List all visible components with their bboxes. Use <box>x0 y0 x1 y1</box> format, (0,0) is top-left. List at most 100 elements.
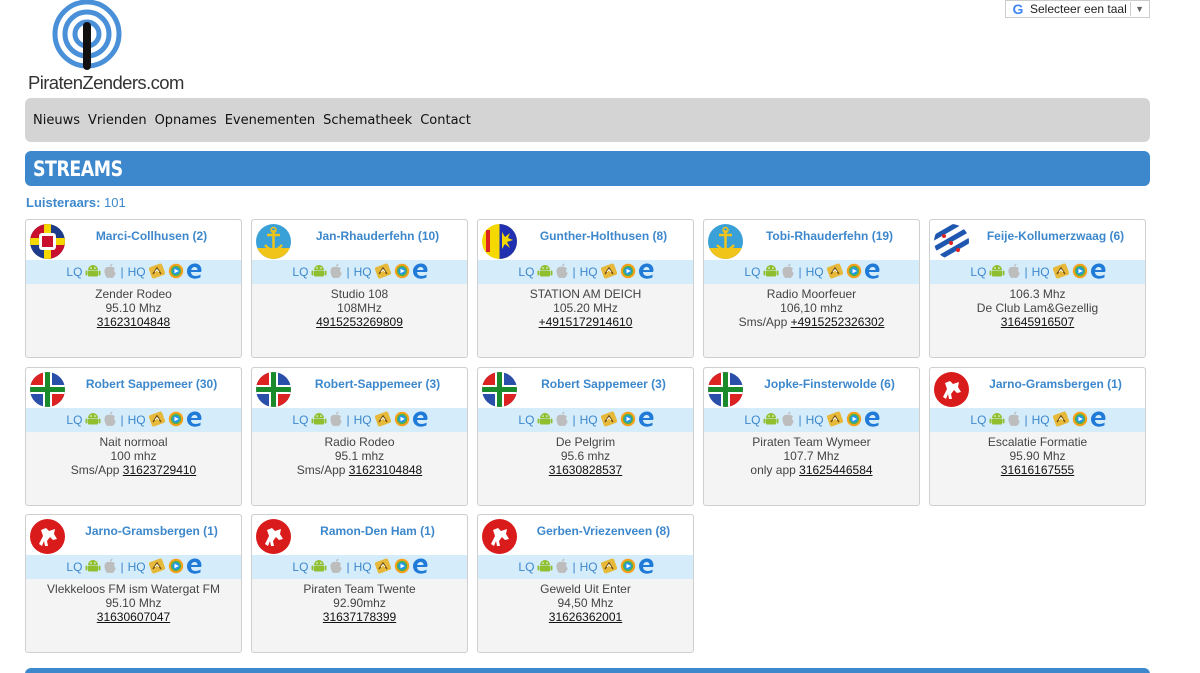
dropdown-arrow-icon[interactable]: ▼ <box>1135 4 1144 14</box>
stream-name[interactable]: Robert Sappemeer (30) <box>64 377 239 391</box>
vlc-icon[interactable] <box>394 411 410 430</box>
edge-icon[interactable] <box>412 558 428 577</box>
apple-icon[interactable] <box>781 411 795 430</box>
android-icon[interactable] <box>537 411 553 430</box>
vlc-icon[interactable] <box>620 411 636 430</box>
android-icon[interactable] <box>311 263 327 282</box>
site-logo[interactable]: PiratenZenders.com <box>28 0 188 95</box>
stream-name[interactable]: Gerben-Vriezenveen (8) <box>516 524 691 538</box>
edge-icon[interactable] <box>638 558 654 577</box>
language-selector[interactable]: G Selecteer een taal ▼ <box>1005 0 1150 18</box>
edge-icon[interactable] <box>1090 411 1106 430</box>
edge-icon[interactable] <box>186 263 202 282</box>
contact-number[interactable]: 31623729410 <box>123 463 196 477</box>
apple-icon[interactable] <box>555 263 569 282</box>
apple-icon[interactable] <box>103 558 117 577</box>
winamp-icon[interactable] <box>1052 263 1070 282</box>
vlc-icon[interactable] <box>168 558 184 577</box>
vlc-icon[interactable] <box>620 263 636 282</box>
stream-name[interactable]: Marci-Collhusen (2) <box>64 229 239 243</box>
winamp-icon[interactable] <box>1052 411 1070 430</box>
winamp-icon[interactable] <box>374 558 392 577</box>
contact-number[interactable]: 31623104848 <box>349 463 422 477</box>
nav-recordings[interactable]: Opnames <box>155 113 217 128</box>
edge-icon[interactable] <box>864 411 880 430</box>
android-icon[interactable] <box>311 411 327 430</box>
vlc-icon[interactable] <box>846 263 862 282</box>
vlc-icon[interactable] <box>620 558 636 577</box>
winamp-icon[interactable] <box>148 558 166 577</box>
contact-number[interactable]: 31625446584 <box>799 463 872 477</box>
edge-icon[interactable] <box>864 263 880 282</box>
android-icon[interactable] <box>763 263 779 282</box>
android-icon[interactable] <box>311 558 327 577</box>
android-icon[interactable] <box>537 263 553 282</box>
nav-schematics[interactable]: Schematheek <box>323 113 412 128</box>
contact-number[interactable]: 31630607047 <box>97 610 170 624</box>
vlc-icon[interactable] <box>168 411 184 430</box>
apple-icon[interactable] <box>329 558 343 577</box>
nav-news[interactable]: Nieuws <box>33 113 80 128</box>
edge-icon[interactable] <box>638 411 654 430</box>
android-icon[interactable] <box>85 263 101 282</box>
contact-number[interactable]: 31626362001 <box>549 610 622 624</box>
android-icon[interactable] <box>989 411 1005 430</box>
winamp-icon[interactable] <box>600 411 618 430</box>
apple-icon[interactable] <box>555 411 569 430</box>
vlc-icon[interactable] <box>394 558 410 577</box>
nav-events[interactable]: Evenementen <box>225 113 315 128</box>
vlc-icon[interactable] <box>1072 411 1088 430</box>
contact-number[interactable]: +4915252326302 <box>791 315 885 329</box>
stream-name[interactable]: Jarno-Gramsbergen (1) <box>968 377 1143 391</box>
stream-name[interactable]: Robert Sappemeer (3) <box>516 377 691 391</box>
vlc-icon[interactable] <box>1072 263 1088 282</box>
android-icon[interactable] <box>989 263 1005 282</box>
apple-icon[interactable] <box>329 263 343 282</box>
nav-friends[interactable]: Vrienden <box>88 113 147 128</box>
stream-name[interactable]: Feije-Kollumerzwaag (6) <box>968 229 1143 243</box>
nav-contact[interactable]: Contact <box>420 113 471 128</box>
winamp-icon[interactable] <box>600 263 618 282</box>
edge-icon[interactable] <box>1090 263 1106 282</box>
apple-icon[interactable] <box>1007 411 1021 430</box>
vlc-icon[interactable] <box>394 263 410 282</box>
winamp-icon[interactable] <box>148 411 166 430</box>
contact-number[interactable]: 4915253269809 <box>316 315 403 329</box>
android-icon[interactable] <box>85 558 101 577</box>
edge-icon[interactable] <box>186 558 202 577</box>
contact-number[interactable]: 31623104848 <box>97 315 170 329</box>
apple-icon[interactable] <box>781 263 795 282</box>
apple-icon[interactable] <box>329 411 343 430</box>
apple-icon[interactable] <box>103 411 117 430</box>
edge-icon[interactable] <box>186 411 202 430</box>
contact-number[interactable]: 31630828537 <box>549 463 622 477</box>
android-icon[interactable] <box>763 411 779 430</box>
apple-icon[interactable] <box>555 558 569 577</box>
stream-name[interactable]: Ramon-Den Ham (1) <box>290 524 465 538</box>
apple-icon[interactable] <box>103 263 117 282</box>
winamp-icon[interactable] <box>148 263 166 282</box>
contact-number[interactable]: 31616167555 <box>1001 463 1074 477</box>
stream-name[interactable]: Tobi-Rhauderfehn (19) <box>742 229 917 243</box>
vlc-icon[interactable] <box>846 411 862 430</box>
stream-name[interactable]: Gunther-Holthusen (8) <box>516 229 691 243</box>
contact-number[interactable]: 31637178399 <box>323 610 396 624</box>
winamp-icon[interactable] <box>600 558 618 577</box>
winamp-icon[interactable] <box>374 263 392 282</box>
winamp-icon[interactable] <box>374 411 392 430</box>
stream-name[interactable]: Jarno-Gramsbergen (1) <box>64 524 239 538</box>
edge-icon[interactable] <box>638 263 654 282</box>
vlc-icon[interactable] <box>168 263 184 282</box>
stream-name[interactable]: Robert-Sappemeer (3) <box>290 377 465 391</box>
stream-name[interactable]: Jopke-Finsterwolde (6) <box>742 377 917 391</box>
contact-number[interactable]: +4915172914610 <box>539 315 633 329</box>
android-icon[interactable] <box>537 558 553 577</box>
contact-number[interactable]: 31645916507 <box>1001 315 1074 329</box>
apple-icon[interactable] <box>1007 263 1021 282</box>
edge-icon[interactable] <box>412 263 428 282</box>
winamp-icon[interactable] <box>826 263 844 282</box>
winamp-icon[interactable] <box>826 411 844 430</box>
stream-name[interactable]: Jan-Rhauderfehn (10) <box>290 229 465 243</box>
edge-icon[interactable] <box>412 411 428 430</box>
android-icon[interactable] <box>85 411 101 430</box>
